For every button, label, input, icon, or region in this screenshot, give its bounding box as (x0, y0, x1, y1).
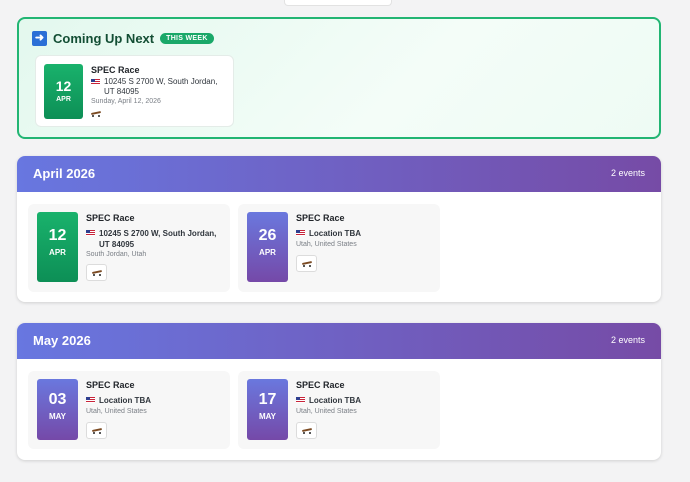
month-section-may: May 2026 2 events 03 MAY SPEC Race Locat… (17, 323, 661, 460)
month-section-april: April 2026 2 events 12 APR SPEC Race 102… (17, 156, 661, 302)
skateboard-icon (301, 427, 313, 434)
this-week-badge: THIS WEEK (160, 33, 214, 44)
event-address-text: Location TBA (99, 396, 151, 405)
top-stub (284, 0, 392, 6)
date-badge: 26 APR (247, 212, 288, 282)
month-header: May 2026 2 events (17, 323, 661, 359)
date-day: 12 (55, 78, 72, 94)
skateboard-icon (301, 260, 313, 267)
event-address: 10245 S 2700 W, South Jordan, UT 84095 (86, 228, 226, 250)
event-address-text: 10245 S 2700 W, South Jordan, UT 84095 (99, 229, 217, 249)
date-badge: 12 APR (44, 64, 83, 119)
event-card[interactable]: 03 MAY SPEC Race Location TBA Utah, Unit… (28, 371, 230, 449)
month-event-count: 2 events (610, 168, 645, 178)
date-month: MAY (258, 412, 277, 421)
event-location: Utah, United States (296, 408, 357, 415)
us-flag-icon (296, 230, 305, 236)
event-card[interactable]: 17 MAY SPEC Race Location TBA Utah, Unit… (238, 371, 440, 449)
date-badge: 12 APR (37, 212, 78, 282)
next-event-card[interactable]: 12 APR SPEC Race 10245 S 2700 W, South J… (35, 55, 234, 127)
event-address-text: 10245 S 2700 W, South Jordan, UT 84095 (104, 77, 218, 96)
date-day: 12 (48, 227, 67, 244)
date-month: APR (259, 248, 276, 257)
date-month: MAY (48, 412, 67, 421)
coming-up-header: ➜ Coming Up Next THIS WEEK (32, 31, 214, 46)
date-day: 17 (258, 391, 277, 408)
event-title: SPEC Race (296, 213, 345, 223)
us-flag-icon (296, 397, 305, 403)
event-title: SPEC Race (86, 213, 135, 223)
month-header: April 2026 2 events (17, 156, 661, 192)
event-title: SPEC Race (86, 380, 135, 390)
date-month: APR (56, 96, 71, 103)
month-event-count: 2 events (610, 335, 645, 345)
date-day: 03 (48, 391, 67, 408)
skateboard-icon (90, 110, 102, 117)
event-date-text: Sunday, April 12, 2026 (91, 98, 161, 105)
event-card[interactable]: 26 APR SPEC Race Location TBA Utah, Unit… (238, 204, 440, 292)
event-location: South Jordan, Utah (86, 251, 147, 258)
event-location: Utah, United States (296, 241, 357, 248)
event-address-text: Location TBA (309, 396, 361, 405)
event-title: SPEC Race (296, 380, 345, 390)
sport-tag (86, 264, 107, 281)
right-arrow-icon: ➜ (32, 31, 47, 46)
event-title: SPEC Race (91, 65, 140, 75)
event-address-text: Location TBA (309, 229, 361, 238)
event-location: Utah, United States (86, 408, 147, 415)
event-address: Location TBA (296, 228, 436, 239)
coming-up-next-panel: ➜ Coming Up Next THIS WEEK 12 APR SPEC R… (17, 17, 661, 139)
month-title: April 2026 (33, 166, 96, 181)
event-address: Location TBA (296, 395, 436, 406)
coming-up-title: Coming Up Next (53, 31, 155, 46)
event-card[interactable]: 12 APR SPEC Race 10245 S 2700 W, South J… (28, 204, 230, 292)
us-flag-icon (91, 79, 100, 85)
us-flag-icon (86, 230, 95, 236)
event-address: 10245 S 2700 W, South Jordan, UT 84095 (91, 77, 229, 97)
sport-tag (86, 422, 107, 439)
event-address: Location TBA (86, 395, 226, 406)
us-flag-icon (86, 397, 95, 403)
sport-tag (296, 422, 317, 439)
date-badge: 03 MAY (37, 379, 78, 440)
sport-tag (296, 255, 317, 272)
month-title: May 2026 (33, 333, 91, 348)
skateboard-icon (91, 427, 103, 434)
date-day: 26 (258, 227, 277, 244)
date-month: APR (49, 248, 66, 257)
skateboard-icon (91, 269, 103, 276)
date-badge: 17 MAY (247, 379, 288, 440)
